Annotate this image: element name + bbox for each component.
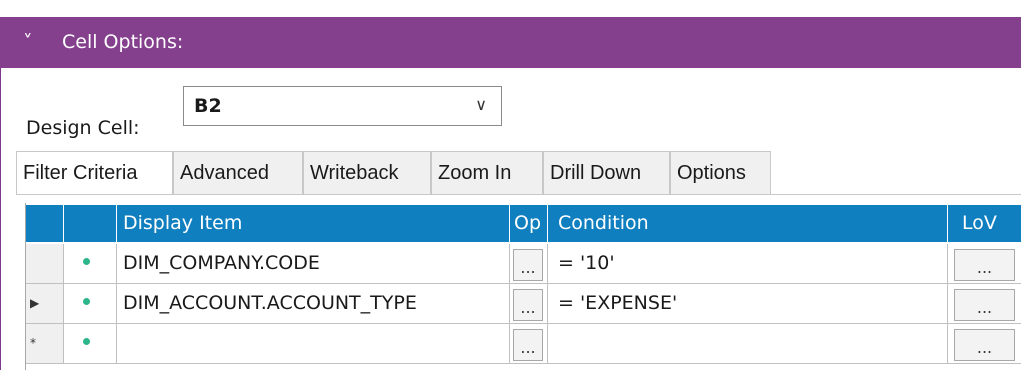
table-row-new[interactable]: * ... ... [26,324,1021,364]
grid-header-row: Display Item Op Condition LoV [26,205,1021,242]
tab-advanced[interactable]: Advanced [173,151,303,195]
status-column-header [64,205,117,242]
lov-ellipsis-button[interactable]: ... [954,289,1015,321]
lov-cell: ... [948,244,1021,284]
row-selector[interactable]: ▶ [26,284,64,324]
panel-header[interactable]: ˅ Cell Options: [0,17,1021,68]
lov-cell: ... [948,284,1021,324]
table-row[interactable]: DIM_COMPANY.CODE ... = '10' ... [26,244,1021,284]
tab-drill-down[interactable]: Drill Down [543,151,670,195]
status-cell [64,324,117,364]
tab-divider [16,194,1021,195]
lov-ellipsis-button[interactable]: ... [954,249,1015,281]
condition-cell[interactable]: = 'EXPENSE' [548,284,948,324]
op-cell: ... [510,324,548,364]
design-cell-dropdown[interactable]: B2 ∨ [183,86,502,126]
design-cell-value: B2 [194,95,222,117]
current-row-marker-icon: ▶ [30,296,40,310]
column-header-lov[interactable]: LoV [948,205,1021,242]
lov-cell: ... [948,324,1021,364]
status-cell [64,284,117,324]
condition-cell[interactable]: = '10' [548,244,948,284]
status-dot-icon [83,298,90,305]
new-row-marker-icon: * [30,336,36,350]
tab-filter-criteria[interactable]: Filter Criteria [16,151,173,195]
op-cell: ... [510,284,548,324]
row-selector[interactable]: * [26,324,64,364]
tab-zoom-in[interactable]: Zoom In [431,151,543,195]
design-cell-label: Design Cell: [26,117,140,139]
status-dot-icon [83,258,90,265]
op-ellipsis-button[interactable]: ... [513,329,543,361]
table-row[interactable]: ▶ DIM_ACCOUNT.ACCOUNT_TYPE ... = 'EXPENS… [26,284,1021,324]
row-header-corner [26,205,64,242]
column-header-op[interactable]: Op [510,205,548,242]
op-cell: ... [510,244,548,284]
status-cell [64,244,117,284]
cell-options-panel: ˅ Cell Options: Design Cell: B2 ∨ Filter… [0,0,1021,370]
display-item-cell[interactable]: DIM_ACCOUNT.ACCOUNT_TYPE [117,284,510,324]
condition-cell[interactable] [548,324,948,364]
column-header-display-item[interactable]: Display Item [117,205,510,242]
op-ellipsis-button[interactable]: ... [513,289,543,321]
status-dot-icon [83,338,90,345]
tab-options[interactable]: Options [670,151,771,195]
filter-criteria-grid: Display Item Op Condition LoV DIM_COMPAN… [25,203,1021,370]
row-selector[interactable] [26,244,64,284]
display-item-cell[interactable] [117,324,510,364]
panel-title: Cell Options: [62,31,184,53]
column-header-condition[interactable]: Condition [548,205,948,242]
display-item-cell[interactable]: DIM_COMPANY.CODE [117,244,510,284]
chevron-down-icon[interactable]: ∨ [475,95,487,114]
panel-border [0,17,1,370]
lov-ellipsis-button[interactable]: ... [954,329,1015,361]
tab-writeback[interactable]: Writeback [303,151,431,195]
op-ellipsis-button[interactable]: ... [513,249,543,281]
chevron-down-icon[interactable]: ˅ [23,30,33,54]
